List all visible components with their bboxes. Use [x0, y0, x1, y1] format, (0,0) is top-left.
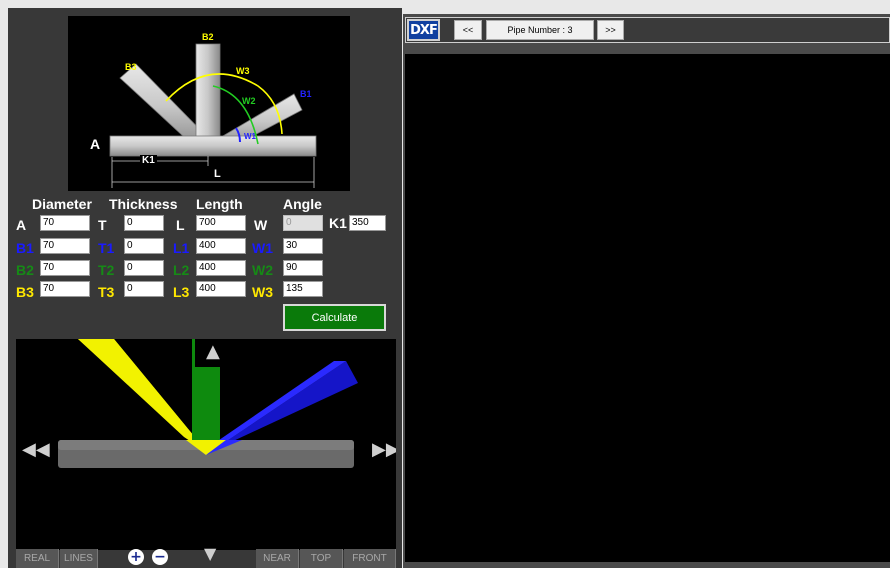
arrow-left-icon[interactable]: ◀◀	[22, 439, 50, 460]
diagram-label-w3: W3	[236, 66, 250, 76]
length-l2-input[interactable]: 400	[196, 260, 246, 276]
diagram-label-w2: W2	[242, 96, 256, 106]
label-l1: L1	[173, 240, 190, 256]
diagram-label-k1: K1	[140, 155, 157, 166]
arrow-down-icon[interactable]: ▼	[204, 544, 216, 563]
thickness-t2-input[interactable]: 0	[124, 260, 164, 276]
label-t2: T2	[98, 262, 115, 278]
pipe-diagram-graphic	[109, 43, 317, 188]
diagram-label-b3: B3	[125, 62, 137, 72]
length-l3-input[interactable]: 400	[196, 281, 246, 297]
label-t1: T1	[98, 240, 115, 256]
dxf-export-button[interactable]: DXF	[407, 19, 440, 41]
header-length: Length	[196, 196, 243, 212]
label-w1: W1	[252, 240, 273, 256]
header-diameter: Diameter	[32, 196, 92, 212]
label-w2: W2	[252, 262, 273, 278]
label-w3: W3	[252, 284, 273, 300]
pipe-number-label: Pipe Number : 3	[486, 20, 594, 40]
label-a: A	[16, 217, 27, 233]
label-t3: T3	[98, 284, 115, 300]
prev-pipe-button[interactable]: <<	[454, 20, 482, 40]
calculate-button[interactable]: Calculate	[283, 304, 386, 331]
arrow-up-icon[interactable]: ▲	[206, 341, 220, 362]
header-thickness: Thickness	[109, 196, 178, 212]
diagram-label-w1: W1	[244, 132, 256, 141]
label-b2: B2	[16, 262, 34, 278]
arrow-right-icon[interactable]: ▶▶	[372, 439, 396, 460]
diagram-label-a: A	[90, 136, 101, 152]
label-l: L	[176, 217, 185, 233]
angle-w-input: 0	[283, 215, 323, 231]
zoom-in-icon[interactable]: +	[128, 549, 144, 565]
view-front-button[interactable]: FRONT	[344, 549, 396, 568]
label-b1: B1	[16, 240, 34, 256]
angle-w3-input[interactable]: 135	[283, 281, 323, 297]
length-l-input[interactable]: 700	[196, 215, 246, 231]
diameter-b1-input[interactable]: 70	[40, 238, 90, 254]
app-window: B2 B3 W3 W2 B1 W1 A K1 L Diameter Thickn…	[0, 0, 890, 568]
thickness-t3-input[interactable]: 0	[124, 281, 164, 297]
view-near-button[interactable]: NEAR	[256, 549, 299, 568]
label-l2: L2	[173, 262, 190, 278]
diagram-label-b1: B1	[300, 89, 312, 99]
thickness-t-input[interactable]: 0	[124, 215, 164, 231]
3d-view-graphic	[58, 339, 358, 468]
diameter-a-input[interactable]: 70	[40, 215, 90, 231]
diagram-label-b2: B2	[202, 32, 214, 42]
dxf-canvas[interactable]	[405, 54, 890, 562]
label-t: T	[98, 217, 107, 233]
pipe-diagram: B2 B3 W3 W2 B1 W1 A K1 L	[68, 16, 350, 191]
view-lines-button[interactable]: LINES	[60, 549, 98, 568]
diameter-b3-input[interactable]: 70	[40, 281, 90, 297]
length-l1-input[interactable]: 400	[196, 238, 246, 254]
thickness-t1-input[interactable]: 0	[124, 238, 164, 254]
angle-w2-input[interactable]: 90	[283, 260, 323, 276]
diagram-label-l: L	[214, 168, 221, 180]
next-pipe-button[interactable]: >>	[597, 20, 624, 40]
view-top-button[interactable]: TOP	[300, 549, 343, 568]
zoom-out-icon[interactable]: −	[152, 549, 168, 565]
label-w: W	[254, 217, 268, 233]
diameter-b2-input[interactable]: 70	[40, 260, 90, 276]
angle-w1-input[interactable]: 30	[283, 238, 323, 254]
view-real-button[interactable]: REAL	[16, 549, 59, 568]
k1-input[interactable]: 350	[349, 215, 386, 231]
3d-view[interactable]: ▲ ◀◀ ▶▶	[16, 339, 396, 550]
label-k1: K1	[329, 215, 347, 231]
label-l3: L3	[173, 284, 190, 300]
header-angle: Angle	[283, 196, 322, 212]
label-b3: B3	[16, 284, 34, 300]
